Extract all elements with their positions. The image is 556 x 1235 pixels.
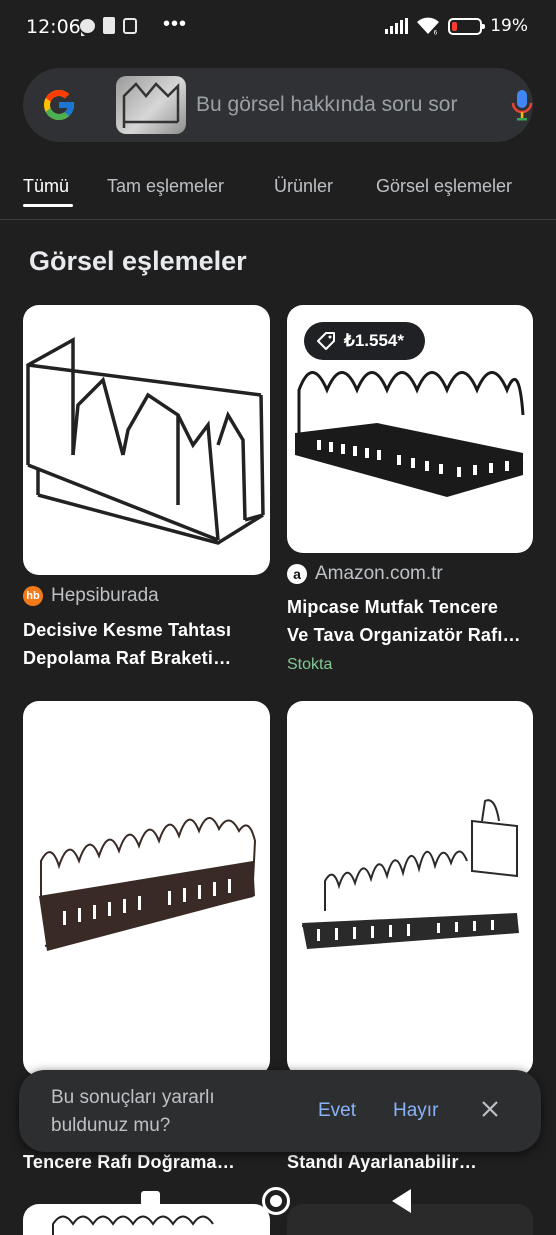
hepsiburada-logo-icon: hb — [23, 586, 43, 606]
svg-text:6: 6 — [434, 30, 438, 36]
battery-percent: 19% — [490, 16, 528, 36]
notification-icons — [80, 17, 137, 36]
microphone-icon[interactable] — [511, 88, 533, 122]
system-nav-bar — [0, 1180, 556, 1235]
google-logo-icon[interactable] — [41, 87, 77, 123]
result-source-2[interactable]: a Amazon.com.tr — [287, 563, 443, 585]
feedback-no-button[interactable]: Hayır — [393, 1100, 438, 1122]
close-icon[interactable] — [479, 1098, 501, 1120]
result-source-name: Hepsiburada — [51, 585, 159, 606]
result-source-1[interactable]: hb Hepsiburada — [23, 585, 159, 607]
tab-exact-matches[interactable]: Tam eşlemeler — [107, 176, 224, 197]
sim-icon — [123, 17, 137, 34]
battery-icon — [448, 17, 486, 35]
result-title-2[interactable]: Mipcase Mutfak Tencere Ve Tava Organizat… — [287, 593, 537, 649]
result-image-3[interactable] — [23, 701, 270, 1076]
price-badge: ₺1.554* — [304, 322, 425, 360]
price-tag-icon — [317, 332, 335, 350]
result-title-4[interactable]: Standı Ayarlanabilir… — [287, 1148, 537, 1176]
status-time: 12:06 — [26, 16, 81, 38]
active-tab-indicator — [23, 204, 73, 207]
status-bar: 12:06 ••• 6 19% — [0, 0, 556, 58]
result-image-4[interactable] — [287, 701, 533, 1076]
more-notifications-icon: ••• — [163, 13, 188, 35]
tab-all[interactable]: Tümü — [23, 176, 69, 197]
tab-products[interactable]: Ürünler — [274, 176, 333, 197]
result-title-3[interactable]: Tencere Rafı Doğrama… — [23, 1148, 273, 1176]
chat-bubble-icon — [80, 18, 95, 36]
battery-saver-icon — [103, 17, 115, 34]
result-title-line: Decisive Kesme Tahtası — [23, 620, 232, 640]
home-button[interactable] — [262, 1187, 290, 1215]
search-bar[interactable]: Bu görsel hakkında soru sor — [23, 68, 533, 142]
back-button[interactable] — [392, 1189, 411, 1213]
stock-status: Stokta — [287, 656, 333, 673]
result-title-line: Depolama Raf Braketi… — [23, 648, 232, 668]
price-value: ₺1.554* — [344, 331, 404, 350]
recents-button[interactable] — [141, 1191, 160, 1210]
section-title: Görsel eşlemeler — [29, 246, 247, 276]
wifi-icon: 6 — [417, 17, 440, 36]
feedback-question: Bu sonuçları yararlı buldunuz mu? — [51, 1087, 215, 1136]
result-title-line: Ve Tava Organizatör Rafı… — [287, 625, 521, 645]
result-title-1[interactable]: Decisive Kesme Tahtası Depolama Raf Brak… — [23, 616, 273, 672]
search-input[interactable]: Bu görsel hakkında soru sor — [196, 93, 481, 117]
result-title-line: Mipcase Mutfak Tencere — [287, 597, 499, 617]
feedback-toast: Bu sonuçları yararlı buldunuz mu? Evet H… — [19, 1070, 541, 1152]
feedback-yes-button[interactable]: Evet — [318, 1100, 356, 1122]
result-title-line: Standı Ayarlanabilir… — [287, 1152, 477, 1172]
amazon-logo-icon: a — [287, 564, 307, 584]
query-image-thumbnail[interactable] — [116, 76, 186, 134]
signal-icon — [385, 18, 409, 34]
result-image-1[interactable] — [23, 305, 270, 575]
result-source-name: Amazon.com.tr — [315, 563, 443, 584]
tab-visual-matches[interactable]: Görsel eşlemeler — [376, 176, 512, 197]
result-tabs: Tümü Tam eşlemeler Ürünler Görsel eşleme… — [0, 168, 556, 220]
result-title-line: Tencere Rafı Doğrama… — [23, 1152, 235, 1172]
system-icons: 6 19% — [385, 16, 528, 36]
